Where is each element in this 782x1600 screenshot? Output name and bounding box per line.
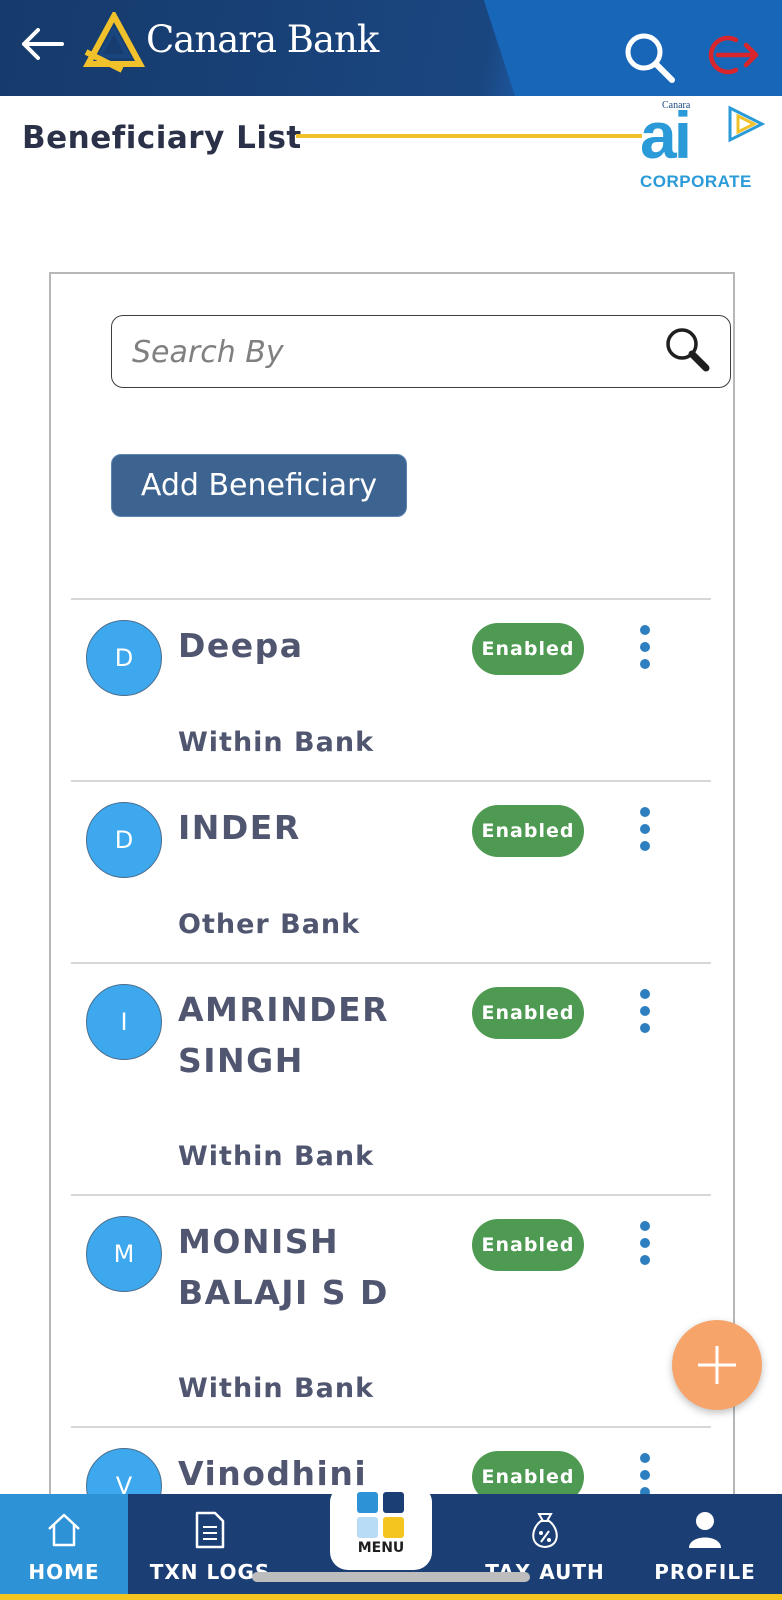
- grid-icon: [357, 1492, 404, 1538]
- nav-accent-strip: [0, 1594, 782, 1600]
- nav-profile-label: PROFILE: [654, 1560, 756, 1584]
- more-options-icon[interactable]: [630, 1218, 660, 1268]
- avatar: M: [86, 1216, 162, 1292]
- beneficiary-name: MONISH BALAJI S D: [178, 1222, 389, 1312]
- canara-bank-logo: [82, 12, 146, 73]
- nav-menu[interactable]: MENU: [330, 1486, 432, 1570]
- row-divider: [71, 780, 711, 782]
- beneficiary-name: Deepa: [178, 626, 304, 665]
- ai-corporate-logo: Canara ai CORPORATE: [636, 96, 766, 196]
- avatar: D: [86, 620, 162, 696]
- home-indicator: [252, 1572, 530, 1582]
- title-divider: [296, 134, 642, 138]
- ai-logo-subtext: CORPORATE: [640, 172, 752, 191]
- app-header: Canara Bank: [0, 0, 782, 96]
- row-divider: [71, 1426, 711, 1428]
- beneficiary-bank-type: Within Bank: [178, 727, 375, 758]
- home-icon: [48, 1513, 80, 1547]
- beneficiary-name: INDER: [178, 808, 301, 847]
- row-divider: [71, 598, 711, 600]
- ai-logo-text: ai: [640, 98, 692, 172]
- nav-home[interactable]: HOME: [0, 1494, 128, 1594]
- more-options-icon[interactable]: [630, 804, 660, 854]
- nav-profile[interactable]: PROFILE: [640, 1494, 770, 1594]
- search-input[interactable]: [132, 328, 632, 376]
- search-icon[interactable]: [658, 322, 718, 378]
- brand-name: Canara Bank: [146, 18, 379, 61]
- beneficiary-name: AMRINDER SINGH: [178, 990, 390, 1080]
- status-badge: Enabled: [472, 987, 584, 1039]
- beneficiary-bank-type: Within Bank: [178, 1141, 375, 1172]
- play-icon: [728, 105, 766, 143]
- beneficiary-bank-type: Other Bank: [178, 909, 361, 940]
- add-fab-button[interactable]: [672, 1320, 762, 1410]
- row-divider: [71, 962, 711, 964]
- money-bag-icon: [532, 1513, 558, 1549]
- more-options-icon[interactable]: [630, 986, 660, 1036]
- search-field[interactable]: [111, 315, 731, 388]
- row-divider: [71, 1194, 711, 1196]
- plus-icon: [698, 1346, 736, 1384]
- document-icon: [195, 1511, 225, 1549]
- more-options-icon[interactable]: [630, 1450, 660, 1500]
- add-beneficiary-button[interactable]: Add Beneficiary: [111, 454, 407, 517]
- avatar: D: [86, 802, 162, 878]
- beneficiary-bank-type: Within Bank: [178, 1373, 375, 1404]
- avatar: I: [86, 984, 162, 1060]
- more-options-icon[interactable]: [630, 622, 660, 672]
- logout-icon[interactable]: [702, 30, 762, 80]
- nav-menu-label: MENU: [357, 1540, 405, 1556]
- search-icon[interactable]: [622, 30, 678, 86]
- status-badge: Enabled: [472, 805, 584, 857]
- status-badge: Enabled: [472, 1219, 584, 1271]
- user-icon: [689, 1512, 721, 1548]
- page-title: Beneficiary List: [22, 120, 302, 156]
- status-badge: Enabled: [472, 623, 584, 675]
- nav-home-label: HOME: [28, 1560, 100, 1584]
- back-arrow-icon[interactable]: [18, 24, 66, 64]
